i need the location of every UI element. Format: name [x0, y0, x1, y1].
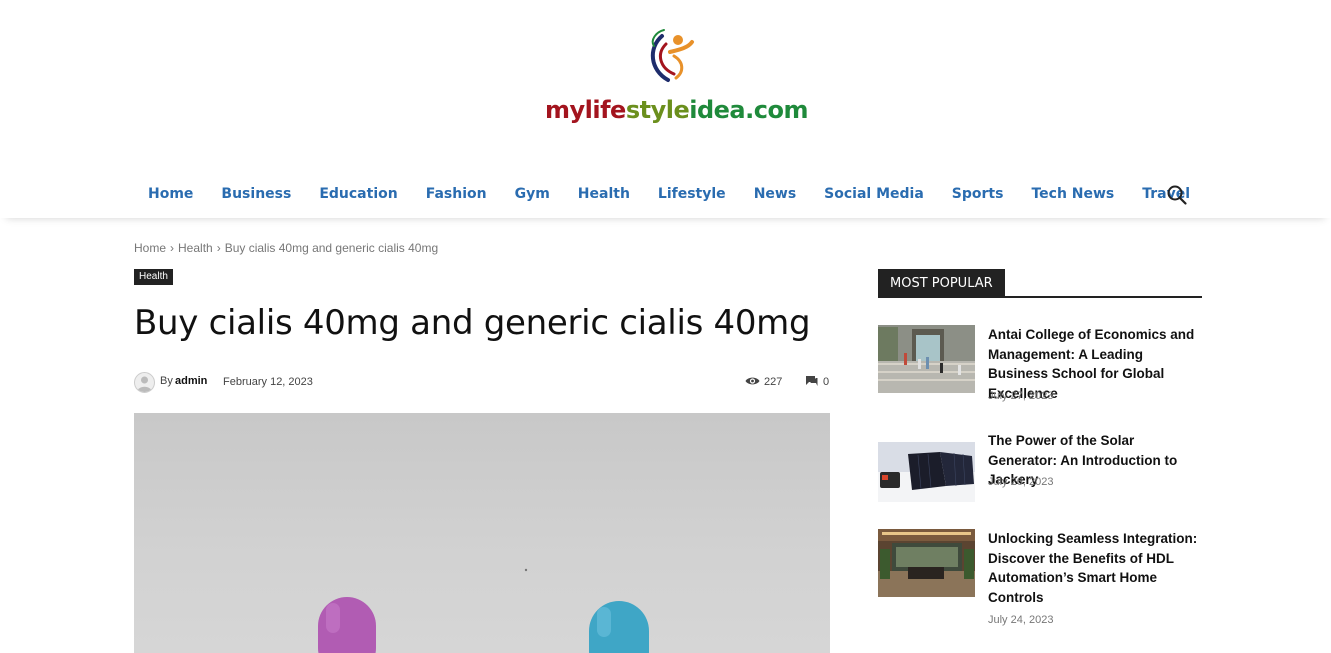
most-popular-heading: MOST POPULAR — [878, 269, 1202, 298]
view-count: 227 — [764, 376, 783, 388]
by-label: By — [160, 375, 173, 387]
popular-post-date: July 27, 2023 — [988, 390, 1054, 402]
nav-item-fashion[interactable]: Fashion — [412, 170, 501, 218]
popular-post: Unlocking Seamless Integration: Discover… — [878, 529, 1202, 629]
nav-item-sports[interactable]: Sports — [938, 170, 1018, 218]
chevron-right-icon: › — [170, 241, 175, 255]
nav-item-gym[interactable]: Gym — [501, 170, 564, 218]
comment-count[interactable]: 0 — [823, 376, 829, 388]
popular-post: The Power of the Solar Generator: An Int… — [878, 431, 1202, 502]
popular-post-thumbnail[interactable] — [878, 434, 975, 502]
breadcrumb-home[interactable]: Home — [134, 241, 166, 255]
nav-item-health[interactable]: Health — [564, 170, 644, 218]
nav-item-education[interactable]: Education — [305, 170, 411, 218]
chevron-right-icon: › — [216, 241, 221, 255]
nav-item-news[interactable]: News — [740, 170, 810, 218]
popular-post-title[interactable]: Unlocking Seamless Integration: Discover… — [988, 529, 1204, 607]
breadcrumb-category[interactable]: Health — [178, 241, 213, 255]
post-title: Buy cialis 40mg and generic cialis 40mg — [134, 303, 811, 343]
comment-icon[interactable] — [805, 375, 818, 387]
author-link[interactable]: admin — [175, 375, 207, 387]
site-logo[interactable]: mylifestyleidea.com — [545, 26, 808, 130]
search-icon[interactable] — [1166, 184, 1188, 206]
breadcrumb-current: Buy cialis 40mg and generic cialis 40mg — [224, 241, 439, 255]
avatar[interactable] — [134, 372, 155, 393]
eye-icon — [745, 377, 760, 385]
logo-figure-icon — [651, 29, 694, 82]
main-navigation: Home Business Education Fashion Gym Heal… — [0, 170, 1331, 218]
breadcrumb: Home › Health › Buy cialis 40mg and generic … — [134, 241, 438, 255]
popular-post-thumbnail[interactable] — [878, 325, 975, 393]
nav-menu: Home Business Education Fashion Gym Heal… — [134, 170, 1204, 218]
most-popular-label: MOST POPULAR — [878, 269, 1005, 296]
nav-item-business[interactable]: Business — [207, 170, 305, 218]
category-tag[interactable]: Health — [134, 269, 173, 285]
nav-item-social-media[interactable]: Social Media — [810, 170, 938, 218]
featured-image — [134, 413, 830, 653]
post-date: February 12, 2023 — [223, 376, 313, 388]
popular-post-date: July 24, 2023 — [988, 614, 1054, 626]
pills-image — [318, 568, 649, 653]
nav-item-lifestyle[interactable]: Lifestyle — [644, 170, 740, 218]
popular-post: Antai College of Economics and Managemen… — [878, 325, 1202, 415]
nav-item-tech-news[interactable]: Tech News — [1017, 170, 1128, 218]
nav-item-home[interactable]: Home — [134, 170, 207, 218]
logo-text: mylifestyleidea.com — [545, 96, 808, 124]
post-meta: By admin February 12, 2023 227 0 — [134, 370, 830, 393]
popular-post-thumbnail[interactable] — [878, 529, 975, 597]
popular-post-date: July 26, 2023 — [988, 476, 1054, 488]
